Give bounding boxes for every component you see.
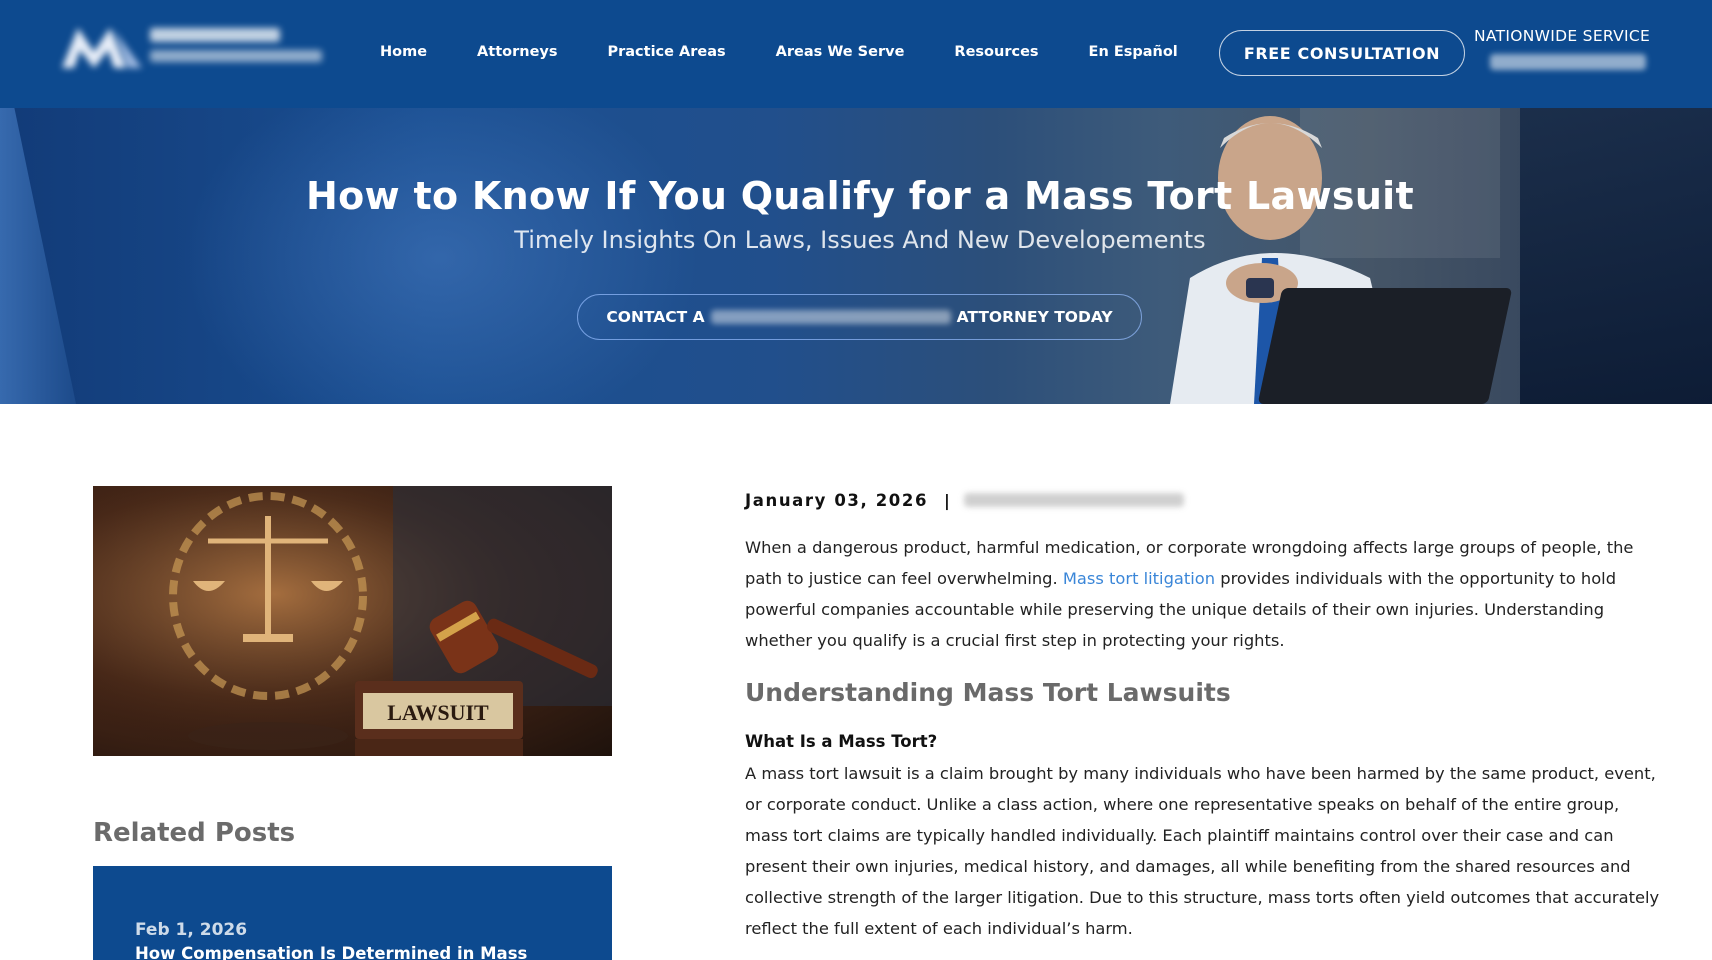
hero-accent-wedge [0, 108, 76, 404]
nationwide-service-label: NATIONWIDE SERVICE [1474, 27, 1651, 45]
meta-separator: | [944, 490, 950, 510]
main-nav: Home Attorneys Practice Areas Areas We S… [380, 0, 1228, 104]
nav-practice-areas[interactable]: Practice Areas [607, 44, 725, 60]
related-post-card[interactable]: Feb 1, 2026 How Compensation Is Determin… [93, 866, 612, 960]
related-posts-heading: Related Posts [93, 818, 296, 848]
post-meta: January 03, 2026 | [745, 486, 1665, 514]
sub-heading: What Is a Mass Tort? [745, 732, 938, 751]
cta-suffix-text: ATTORNEY TODAY [956, 308, 1113, 326]
intro-paragraph: When a dangerous product, harmful medica… [745, 532, 1665, 656]
post-date: January 03, 2026 [745, 490, 929, 510]
nav-home[interactable]: Home [380, 44, 427, 60]
page-title: How to Know If You Qualify for a Mass To… [306, 174, 1414, 218]
related-post-title: How Compensation Is Determined in Mass [135, 944, 528, 960]
hero-background-wall [1520, 108, 1712, 404]
article-body: January 03, 2026 | When a dangerous prod… [745, 486, 1665, 939]
hero-banner: How to Know If You Qualify for a Mass To… [0, 108, 1712, 404]
nav-areas-we-serve[interactable]: Areas We Serve [776, 44, 905, 60]
logo-wordmark [150, 28, 280, 42]
lawsuit-plaque-text: LAWSUIT [387, 700, 489, 725]
logo-mark-icon [62, 28, 142, 68]
page-subtitle: Timely Insights On Laws, Issues And New … [514, 226, 1206, 254]
mass-tort-litigation-link[interactable]: Mass tort litigation [1063, 569, 1215, 588]
firm-logo[interactable] [58, 22, 328, 72]
featured-image: LAWSUIT [93, 486, 612, 756]
nav-resources[interactable]: Resources [954, 44, 1038, 60]
hero-background-glow [180, 108, 700, 404]
related-post-date: Feb 1, 2026 [135, 920, 248, 940]
free-consultation-button[interactable]: FREE CONSULTATION [1219, 30, 1465, 76]
scales-and-gavel-illustration: LAWSUIT [93, 486, 612, 756]
cta-firm-name-redacted [710, 310, 951, 324]
site-header: Home Attorneys Practice Areas Areas We S… [0, 0, 1712, 108]
phone-number-redacted[interactable] [1490, 54, 1646, 70]
contact-attorney-button[interactable]: CONTACT A ATTORNEY TODAY [577, 294, 1142, 340]
hero-laptop-image [1257, 288, 1513, 404]
logo-tagline [150, 50, 322, 62]
body-paragraph: A mass tort lawsuit is a claim brought b… [745, 764, 1660, 938]
nav-attorneys[interactable]: Attorneys [477, 44, 557, 60]
nav-en-espanol[interactable]: En Español [1089, 44, 1178, 60]
author-byline-redacted [963, 493, 1184, 507]
cta-prefix-text: CONTACT A [606, 308, 705, 326]
section-heading: Understanding Mass Tort Lawsuits [745, 678, 1231, 707]
